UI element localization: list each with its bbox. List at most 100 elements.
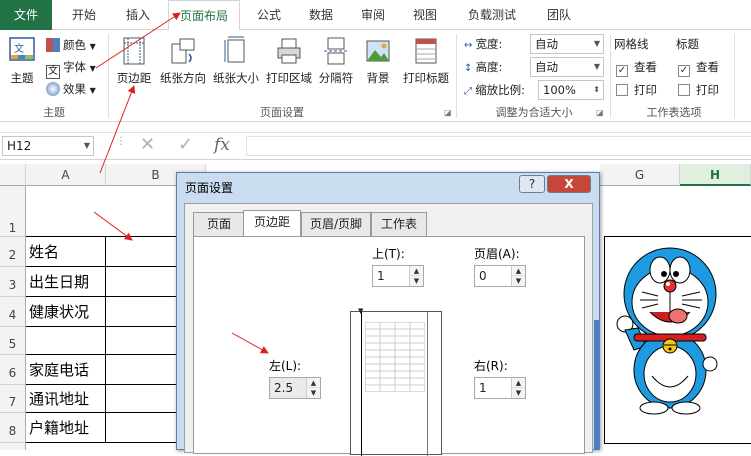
dialog-launcher-icon[interactable]: ◪ [444, 108, 452, 117]
print-titles-button[interactable]: 打印标题 [400, 34, 452, 100]
row-header[interactable]: 2 [0, 237, 26, 267]
cell[interactable]: 家庭电话 [26, 355, 106, 385]
headings-print-checkbox[interactable]: 打印 [678, 80, 719, 100]
effects-button[interactable]: 效果 ▼ [46, 79, 96, 99]
tab-review[interactable]: 审阅 [350, 0, 396, 30]
tab-data[interactable]: 数据 [298, 0, 344, 30]
spin-up-icon[interactable]: ▲ [306, 378, 320, 388]
chevron-down-icon: ▼ [593, 62, 600, 71]
row-header[interactable]: 3 [0, 267, 26, 297]
row-header[interactable]: 1 [0, 186, 26, 237]
cell[interactable] [106, 267, 178, 297]
margins-button[interactable]: 页边距 [112, 34, 156, 100]
scale-icon: ⤢ [464, 86, 476, 97]
scale-spinner[interactable]: 100% ⬍ [538, 80, 604, 100]
spin-up-icon[interactable]: ▲ [409, 266, 423, 276]
top-margin-spinner[interactable]: 1 ▲ ▼ [372, 265, 424, 287]
insert-function-icon[interactable]: fx [214, 135, 230, 155]
cell[interactable] [26, 327, 106, 355]
tab-load-test[interactable]: 负载测试 [454, 0, 530, 30]
dialog-edge-strip [594, 320, 600, 450]
enter-icon[interactable]: ✓ [178, 134, 193, 155]
margins-panel: 上(T): 1 ▲ ▼ 页眉(A): 0 ▲ ▼ ▼ 左(L): 2.5 ▲ ▼ 右(R [193, 236, 585, 456]
row-header[interactable]: 7 [0, 385, 26, 413]
tab-team[interactable]: 团队 [536, 0, 582, 30]
background-image-icon [364, 36, 392, 66]
cell[interactable] [106, 385, 178, 413]
print-area-button[interactable]: 打印区域 [263, 34, 315, 100]
ribbon-separator [734, 34, 735, 118]
row-header[interactable]: 8 [0, 413, 26, 443]
column-header[interactable]: A [26, 164, 106, 186]
row-header[interactable] [0, 443, 26, 450]
dialog-tab-page[interactable]: 页面 [193, 212, 245, 236]
spin-down-icon[interactable]: ▼ [511, 388, 525, 398]
tab-insert[interactable]: 插入 [114, 0, 162, 30]
margins-label: 页边距 [116, 71, 152, 85]
group-label-sheet-options: 工作表选项 [646, 106, 702, 119]
background-label: 背景 [366, 71, 390, 85]
gridlines-view-checkbox[interactable]: ✓ 查看 [616, 57, 657, 77]
spin-down-icon[interactable]: ▼ [306, 388, 320, 398]
column-header-selected[interactable]: H [680, 164, 751, 186]
tab-file[interactable]: 文件 [0, 0, 52, 30]
cell[interactable]: 健康状况 [26, 297, 106, 327]
row-header[interactable]: 5 [0, 327, 26, 355]
left-margin-spinner[interactable]: 2.5 ▲ ▼ [269, 377, 321, 399]
dialog-tab-sheet[interactable]: 工作表 [371, 212, 427, 236]
help-button[interactable]: ? [519, 175, 545, 193]
breaks-button[interactable]: 分隔符 [316, 34, 356, 100]
cancel-icon[interactable]: ✕ [140, 134, 155, 155]
select-all-corner[interactable] [0, 164, 26, 186]
spin-down-icon[interactable]: ▼ [409, 276, 423, 286]
header-margin-spinner[interactable]: 0 ▲ ▼ [474, 265, 526, 287]
tab-formulas[interactable]: 公式 [246, 0, 292, 30]
cell[interactable]: 出生日期 [26, 267, 106, 297]
tab-view[interactable]: 视图 [402, 0, 448, 30]
print-area-icon [275, 36, 303, 66]
background-button[interactable]: 背景 [358, 34, 398, 100]
colors-button[interactable]: 颜色 ▼ [46, 35, 96, 55]
top-margin-label: 上(T): [372, 247, 405, 261]
size-button[interactable]: 纸张大小 [210, 34, 262, 100]
spin-down-icon[interactable]: ▼ [511, 276, 525, 286]
cell[interactable] [106, 355, 178, 385]
gridlines-print-checkbox[interactable]: 打印 [616, 80, 657, 100]
page-preview [350, 311, 442, 456]
row-header[interactable]: 4 [0, 297, 26, 327]
spin-up-icon[interactable]: ▲ [511, 378, 525, 388]
tab-home[interactable]: 开始 [60, 0, 108, 30]
cell[interactable] [106, 297, 178, 327]
cell[interactable]: 通讯地址 [26, 385, 106, 413]
doraemon-image[interactable] [612, 242, 724, 420]
fonts-button[interactable]: 文字体 ▼ [46, 57, 96, 79]
tab-page-layout[interactable]: 页面布局 [168, 0, 240, 31]
ribbon-separator [610, 34, 611, 118]
spin-up-icon[interactable]: ▲ [511, 266, 525, 276]
dialog-launcher-icon[interactable]: ◪ [596, 108, 604, 117]
name-box[interactable]: H12 ▼ [2, 136, 94, 156]
headings-view-checkbox[interactable]: ✓ 查看 [678, 57, 719, 77]
scale-label: ⤢ 缩放比例: [464, 83, 526, 97]
cell[interactable] [106, 327, 178, 355]
cell[interactable]: 户籍地址 [26, 413, 106, 443]
themes-button[interactable]: 文 主题 [4, 34, 40, 100]
height-combo[interactable]: 自动 ▼ [530, 57, 604, 77]
row-header[interactable]: 6 [0, 355, 26, 385]
formula-input[interactable] [246, 136, 751, 156]
dialog-body: 页面 页边距 页眉/页脚 工作表 上(T): 1 ▲ ▼ 页眉(A): 0 ▲ ▼ [184, 203, 593, 456]
cell[interactable] [106, 413, 178, 443]
chevron-down-icon: ▼ [593, 39, 600, 48]
orientation-button[interactable]: 纸张方向 [157, 34, 209, 100]
cell[interactable]: 姓名 [26, 237, 106, 267]
dialog-tab-margins[interactable]: 页边距 [243, 210, 301, 237]
dialog-tab-header-footer[interactable]: 页眉/页脚 [301, 212, 371, 236]
spinner-arrows-icon: ⬍ [593, 85, 600, 94]
width-combo[interactable]: 自动 ▼ [530, 34, 604, 54]
orientation-icon [169, 36, 197, 66]
right-margin-spinner[interactable]: 1 ▲ ▼ [474, 377, 526, 399]
close-button[interactable]: X [547, 175, 591, 193]
cell[interactable] [26, 186, 106, 237]
cell[interactable] [106, 237, 178, 267]
column-header[interactable]: G [600, 164, 680, 186]
